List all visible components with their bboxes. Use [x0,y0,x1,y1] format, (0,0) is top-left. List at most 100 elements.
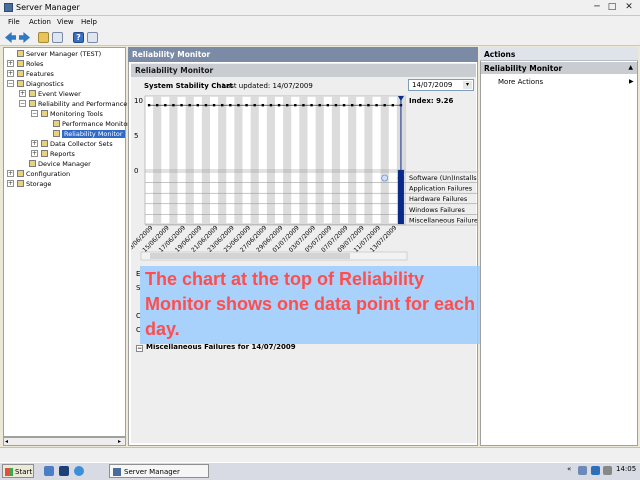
data-point [164,103,167,107]
tree-item-label: Reports [50,150,75,158]
actions-section[interactable]: Reliability Monitor ▲ [481,62,637,74]
reports-icon [41,150,48,157]
tree-item[interactable]: Reliability and Performance [29,99,127,109]
tree-item-label: Data Collector Sets [50,140,113,148]
tree-expander[interactable]: + [7,170,14,177]
center-pane-header: Reliability Monitor [128,47,478,62]
data-point [172,103,175,107]
data-point [359,103,362,107]
menu-file[interactable]: File [8,17,20,28]
storage-icon [17,180,24,187]
taskbar-server-manager[interactable]: Server Manager [109,464,209,478]
tree-item[interactable]: Roles [17,59,43,69]
maximize-button[interactable]: □ [605,2,619,13]
tree-expander[interactable]: + [19,90,26,97]
day-column [218,96,227,224]
reliability-icon [29,100,36,107]
volume-icon[interactable] [591,466,600,475]
submenu-arrow-icon: ▶ [629,78,634,85]
tree-expander[interactable]: + [7,60,14,67]
tree-item[interactable]: Storage [17,179,51,189]
tree-item[interactable]: Reports [41,149,75,159]
powershell-icon[interactable] [59,466,69,476]
tree-item[interactable]: Features [17,69,54,79]
tree-horizontal-scrollbar[interactable]: ◂ ▸ [3,437,126,446]
tree-item[interactable]: Reliability Monitor [53,129,125,139]
tree-item[interactable]: Server Manager (TEST) [17,49,101,59]
forward-icon[interactable] [19,32,30,43]
chart-scroll-thumb [150,253,350,259]
taskbar [0,462,640,480]
failure-row-label: Application Failures [409,185,473,193]
tree-expander[interactable]: + [7,70,14,77]
minimize-button[interactable]: ─ [590,2,604,13]
tree-item[interactable]: Monitoring Tools [41,109,103,119]
data-point [196,103,200,107]
actions-pane [480,47,638,446]
selected-day-bar [397,170,404,224]
tree-expander[interactable]: + [31,140,38,147]
y-tick-label: 0 [134,167,138,175]
more-actions-item[interactable]: More Actions [498,78,543,86]
day-column [234,96,243,224]
last-updated-label: Last updated: 14/07/2009 [222,82,313,90]
data-point [302,103,305,107]
tree-item[interactable]: Configuration [17,169,70,179]
tree-item-label: Configuration [26,170,71,178]
data-point [334,103,338,107]
start-button[interactable]: Start [2,464,34,478]
properties-icon[interactable] [87,32,98,43]
tree-expander[interactable]: + [7,180,14,187]
day-column [153,96,162,224]
tree-expander[interactable]: − [19,100,26,107]
data-point [220,103,224,107]
date-select-value: 14/07/2009 [412,81,453,89]
collapse-icon[interactable]: − [136,345,143,352]
close-button[interactable]: ✕ [622,2,636,13]
server-manager-quicklaunch-icon[interactable] [44,466,54,476]
performance-monitor-icon [53,120,60,127]
show-hide-tree-icon[interactable] [52,32,63,43]
server-manager-icon [113,468,121,476]
data-point [342,103,346,107]
chevron-down-icon[interactable]: ▾ [463,81,472,89]
internet-explorer-icon[interactable] [74,466,84,476]
failure-row-label: Miscellaneous Failures [409,216,477,224]
tree-item[interactable]: Data Collector Sets [41,139,113,149]
data-point [383,103,386,107]
actions-section-label: Reliability Monitor [484,64,563,73]
tree-expander[interactable]: + [31,150,38,157]
tree-item-label: Reliability and Performance [38,100,128,108]
back-icon[interactable] [5,32,16,43]
y-tick-label: 5 [134,132,138,140]
failure-row-label: Hardware Failures [409,195,468,203]
help-icon[interactable]: ? [73,32,84,43]
data-point [285,103,289,107]
data-point [350,103,354,107]
scroll-left-icon[interactable]: ◂ [5,438,8,445]
tree-expander[interactable]: − [31,110,38,117]
up-folder-icon[interactable] [38,32,49,43]
index-label: Index: 9.26 [409,97,453,105]
scroll-right-icon[interactable]: ▸ [118,438,121,445]
tray-expand-icon[interactable]: « [567,465,571,473]
data-point [253,103,256,107]
server-icon [17,50,24,57]
tree-expander[interactable]: − [7,80,14,87]
collapse-up-icon[interactable]: ▲ [628,64,633,71]
features-icon [17,70,24,77]
date-select[interactable]: 14/07/2009 ▾ [408,79,474,91]
menu-help[interactable]: Help [81,17,97,28]
clock: 14:05 [616,465,637,473]
tree-item[interactable]: Event Viewer [29,89,81,99]
more-actions-label: More Actions [498,78,544,86]
data-point [367,103,370,107]
day-column [364,96,373,224]
menu-action[interactable]: Action [29,17,51,28]
network-icon[interactable] [578,466,587,475]
flag-icon[interactable] [603,466,612,475]
tree-item[interactable]: Diagnostics [17,79,64,89]
tree-item[interactable]: Performance Monitor [53,119,130,129]
menu-view[interactable]: View [57,17,74,28]
tree-item[interactable]: Device Manager [29,159,91,169]
